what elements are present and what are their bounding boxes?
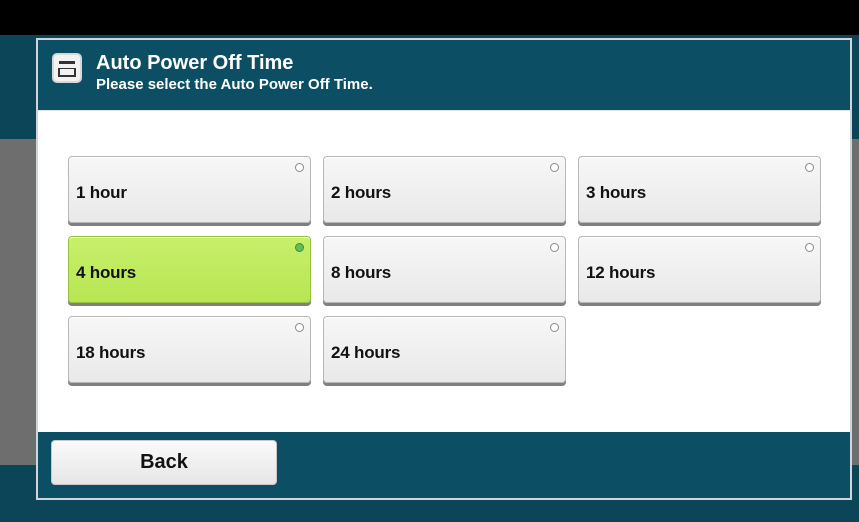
option-label: 24 hours bbox=[331, 343, 401, 362]
option-2-hours[interactable]: 2 hours bbox=[323, 156, 566, 223]
screen-top-bar bbox=[0, 0, 859, 35]
radio-indicator-icon bbox=[550, 323, 559, 332]
radio-indicator-icon bbox=[805, 243, 814, 252]
option-label: 3 hours bbox=[586, 183, 647, 202]
radio-indicator-icon bbox=[295, 243, 304, 252]
option-4-hours[interactable]: 4 hours bbox=[68, 236, 311, 303]
auto-power-off-dialog: Auto Power Off Time Please select the Au… bbox=[36, 38, 852, 500]
time-options-grid: 1 hour 2 hours 3 hours 4 hours 8 hours 1… bbox=[68, 156, 821, 383]
dialog-footer: Back bbox=[38, 432, 850, 498]
option-label: 4 hours bbox=[76, 263, 137, 282]
option-label: 1 hour bbox=[76, 183, 127, 202]
option-8-hours[interactable]: 8 hours bbox=[323, 236, 566, 303]
panel-icon bbox=[52, 53, 82, 83]
option-label: 12 hours bbox=[586, 263, 656, 282]
radio-indicator-icon bbox=[550, 163, 559, 172]
radio-indicator-icon bbox=[295, 323, 304, 332]
back-button[interactable]: Back bbox=[51, 440, 277, 485]
option-3-hours[interactable]: 3 hours bbox=[578, 156, 821, 223]
option-1-hour[interactable]: 1 hour bbox=[68, 156, 311, 223]
option-label: 18 hours bbox=[76, 343, 146, 362]
dialog-header: Auto Power Off Time Please select the Au… bbox=[38, 40, 850, 111]
radio-indicator-icon bbox=[295, 163, 304, 172]
option-12-hours[interactable]: 12 hours bbox=[578, 236, 821, 303]
option-18-hours[interactable]: 18 hours bbox=[68, 316, 311, 383]
option-24-hours[interactable]: 24 hours bbox=[323, 316, 566, 383]
radio-indicator-icon bbox=[805, 163, 814, 172]
option-label: 8 hours bbox=[331, 263, 392, 282]
dialog-subtitle: Please select the Auto Power Off Time. bbox=[96, 76, 373, 93]
radio-indicator-icon bbox=[550, 243, 559, 252]
option-label: 2 hours bbox=[331, 183, 392, 202]
dialog-title: Auto Power Off Time bbox=[96, 52, 294, 74]
